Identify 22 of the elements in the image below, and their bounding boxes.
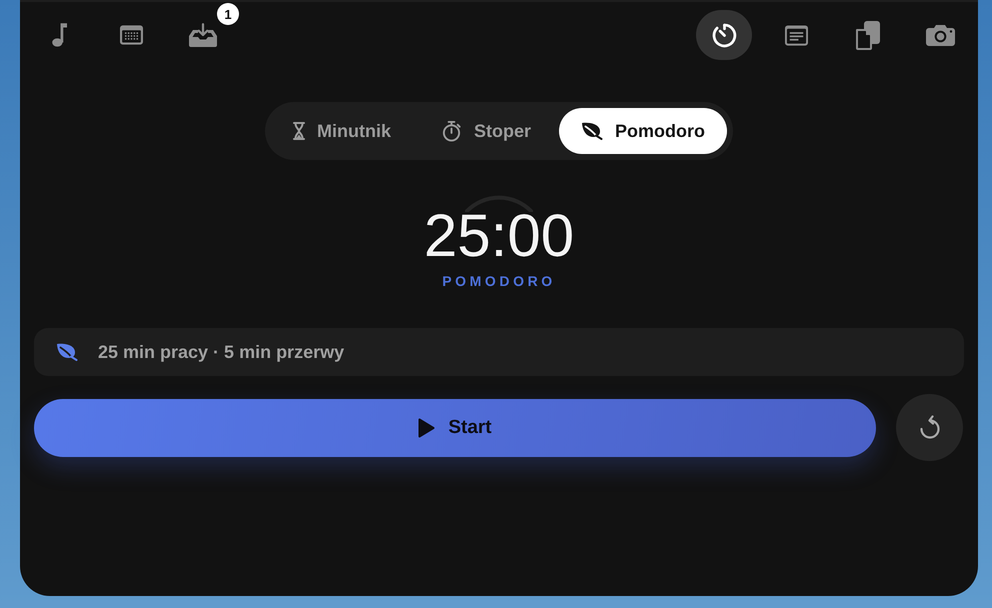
timer-icon <box>712 22 736 48</box>
camera-icon <box>926 24 954 46</box>
leaf-icon <box>56 343 78 361</box>
toolbar-button[interactable] <box>696 10 752 60</box>
notes-icon <box>784 24 808 46</box>
notification-badge: 1 <box>217 3 239 25</box>
rotate-left-icon <box>918 415 940 440</box>
mode-tab[interactable]: Pomodoro <box>559 108 727 154</box>
mode-tab[interactable]: Stoper <box>418 108 553 154</box>
leaf-icon <box>581 122 603 140</box>
start-button[interactable]: Start <box>34 398 876 456</box>
session-info-text: 25 min pracy · 5 min przerwy <box>98 342 344 362</box>
hourglass-icon <box>292 122 305 140</box>
inbox-icon <box>189 23 217 47</box>
mode-label: POMODORO <box>442 272 556 290</box>
play-icon <box>418 418 436 438</box>
stopwatch-icon <box>440 120 462 142</box>
music-note-icon <box>52 23 66 47</box>
mode-tab[interactable]: Minutnik <box>270 108 413 154</box>
timer-display: 25:00 <box>424 212 574 260</box>
documents-icon <box>856 20 880 50</box>
calendar-icon <box>120 25 142 45</box>
